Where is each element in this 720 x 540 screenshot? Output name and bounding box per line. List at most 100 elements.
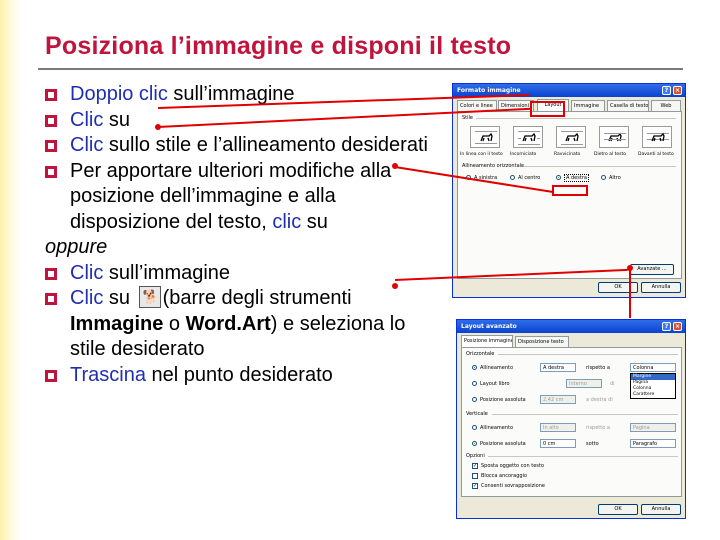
move-with-text-checkbox[interactable]: ✓ (472, 463, 478, 469)
h-align-select[interactable]: A destra (540, 363, 576, 372)
bullet-text: sull’immagine (103, 261, 231, 284)
wrap-square-button[interactable] (513, 126, 543, 148)
group-divider (492, 414, 678, 415)
cancel-button[interactable]: Annulla (641, 504, 681, 515)
bullet-text: sullo stile e l’allineamento desiderati (103, 134, 428, 156)
tab-casella-testo[interactable]: Casella di testo (607, 100, 649, 111)
align-group-label: Allineamento orizzontale (462, 163, 525, 169)
bullet-item: Clic su (45, 108, 445, 134)
group-divider (488, 456, 678, 457)
wrap-style-label: Davanti al testo (638, 152, 674, 157)
lock-anchor-checkbox[interactable] (472, 473, 478, 479)
help-icon[interactable]: ? (662, 86, 671, 95)
h-absolute-radio[interactable] (472, 397, 477, 402)
v-align-label: Allineamento (480, 425, 514, 431)
relative-to-dropdown-list[interactable]: Margine Pagina Colonna Carattere (630, 373, 676, 399)
v-absolute-rel-select[interactable]: Paragrafo (630, 439, 676, 448)
dialog-titlebar: Layout avanzato ? × (457, 320, 685, 333)
v-align-rel-label: rispetto a (586, 425, 610, 431)
help-icon[interactable]: ? (662, 322, 671, 331)
group-divider (498, 354, 678, 355)
close-icon[interactable]: × (673, 86, 682, 95)
wrap-inline-icon (475, 131, 497, 144)
wrap-style-label: Dietro al testo (594, 152, 627, 157)
h-align-rel-label: rispetto a (586, 365, 610, 371)
bullet-item: Clic sullo stile e l’allineamento deside… (45, 133, 445, 159)
bullet-square-icon (45, 369, 57, 382)
wrap-style-label: Incorniciato (510, 152, 537, 157)
advanced-button[interactable]: Avanzate ... (630, 264, 674, 275)
v-align-rel-select[interactable]: Pagina (630, 423, 676, 432)
h-align-radio[interactable] (472, 365, 477, 370)
align-option-label: A destra (564, 174, 589, 182)
wrap-inline-button[interactable] (470, 126, 500, 148)
wrap-front-button[interactable] (642, 126, 672, 148)
v-align-radio[interactable] (472, 425, 477, 430)
dialog-title: Layout avanzato (461, 323, 517, 330)
ok-button[interactable]: OK (598, 504, 638, 515)
bullet-text: o (163, 312, 186, 335)
wrap-behind-button[interactable] (599, 126, 629, 148)
keyword: Clic (70, 108, 104, 131)
bullet-square-icon (45, 267, 57, 280)
option-label: Blocca ancoraggio (481, 473, 527, 479)
wrap-square-icon (518, 131, 540, 145)
group-divider (524, 166, 676, 167)
slide-left-accent-bar (0, 0, 20, 540)
h-absolute-label: Posizione assoluta (480, 397, 526, 403)
h-book-select[interactable]: Interno (566, 379, 602, 388)
bullet-square-icon (45, 140, 57, 152)
text-wrapping-dog-icon: 🐕 (138, 286, 161, 308)
h-book-label: Layout libro (480, 381, 510, 387)
align-right-radio[interactable] (556, 175, 561, 180)
tab-web[interactable]: Web (651, 100, 681, 111)
dropdown-option[interactable]: Carattere (631, 392, 675, 398)
bullet-item: Trascina nel punto desiderato (45, 363, 445, 389)
tab-immagine[interactable]: Immagine (571, 100, 605, 111)
h-align-rel-select[interactable]: Colonna (630, 363, 676, 372)
callout-highlight-layout-tab (530, 101, 565, 117)
slide-title: Posiziona l’immagine e disponi il testo (45, 32, 512, 60)
keyword: clic (272, 210, 302, 233)
align-option-label: Altro (609, 175, 621, 181)
h-book-radio[interactable] (472, 381, 477, 386)
horizontal-group-label: Orizzontale (466, 351, 495, 357)
oppure-label: oppure (45, 236, 108, 258)
tab-disposizione-testo[interactable]: Disposizione testo (515, 336, 569, 347)
bullet-square-icon (45, 89, 57, 101)
bullet-list: Doppio clic sull’immagine Clic su Clic s… (45, 82, 445, 388)
close-icon[interactable]: × (673, 322, 682, 331)
wrap-tight-button[interactable] (556, 126, 586, 148)
h-absolute-input[interactable]: 2,42 cm (540, 395, 576, 404)
ok-button[interactable]: OK (598, 282, 638, 293)
keyword: Clic (70, 261, 104, 284)
title-divider (38, 68, 683, 70)
align-other-radio[interactable] (601, 175, 606, 180)
bullet-text: su (103, 287, 136, 309)
v-align-select[interactable]: In alto (540, 423, 576, 432)
v-absolute-label: Posizione assoluta (480, 441, 526, 447)
align-option-label: Al centro (518, 175, 541, 181)
wrap-style-label: In linea con il testo (460, 152, 503, 157)
cancel-button[interactable]: Annulla (641, 282, 681, 293)
h-absolute-rel-label: a destra di (586, 397, 613, 403)
bullet-text: su (103, 108, 131, 131)
allow-overlap-checkbox[interactable]: ✓ (472, 483, 478, 489)
v-absolute-radio[interactable] (472, 441, 477, 446)
bullet-text: sull’immagine (167, 83, 295, 105)
options-group-label: Opzioni (466, 453, 485, 459)
v-absolute-input[interactable]: 0 cm (540, 439, 576, 448)
tab-posizione-immagine[interactable]: Posizione immagine (461, 335, 513, 347)
v-absolute-rel-label: sotto (586, 441, 599, 447)
align-center-radio[interactable] (510, 175, 515, 180)
bullet-text: su (301, 210, 328, 233)
callout-dot (392, 283, 398, 289)
bullet-item: Clic sull’immagine (45, 261, 445, 287)
vertical-group-label: Verticale (466, 411, 488, 417)
advanced-layout-dialog: Layout avanzato ? × Posizione immagine D… (456, 319, 686, 519)
bullet-square-icon (45, 165, 57, 178)
wrap-behind-icon (604, 132, 626, 142)
h-book-rel-label: di (610, 381, 615, 387)
position-tab-panel: Orizzontale Allineamento A destra rispet… (461, 347, 682, 497)
wrap-tight-icon (561, 131, 583, 145)
